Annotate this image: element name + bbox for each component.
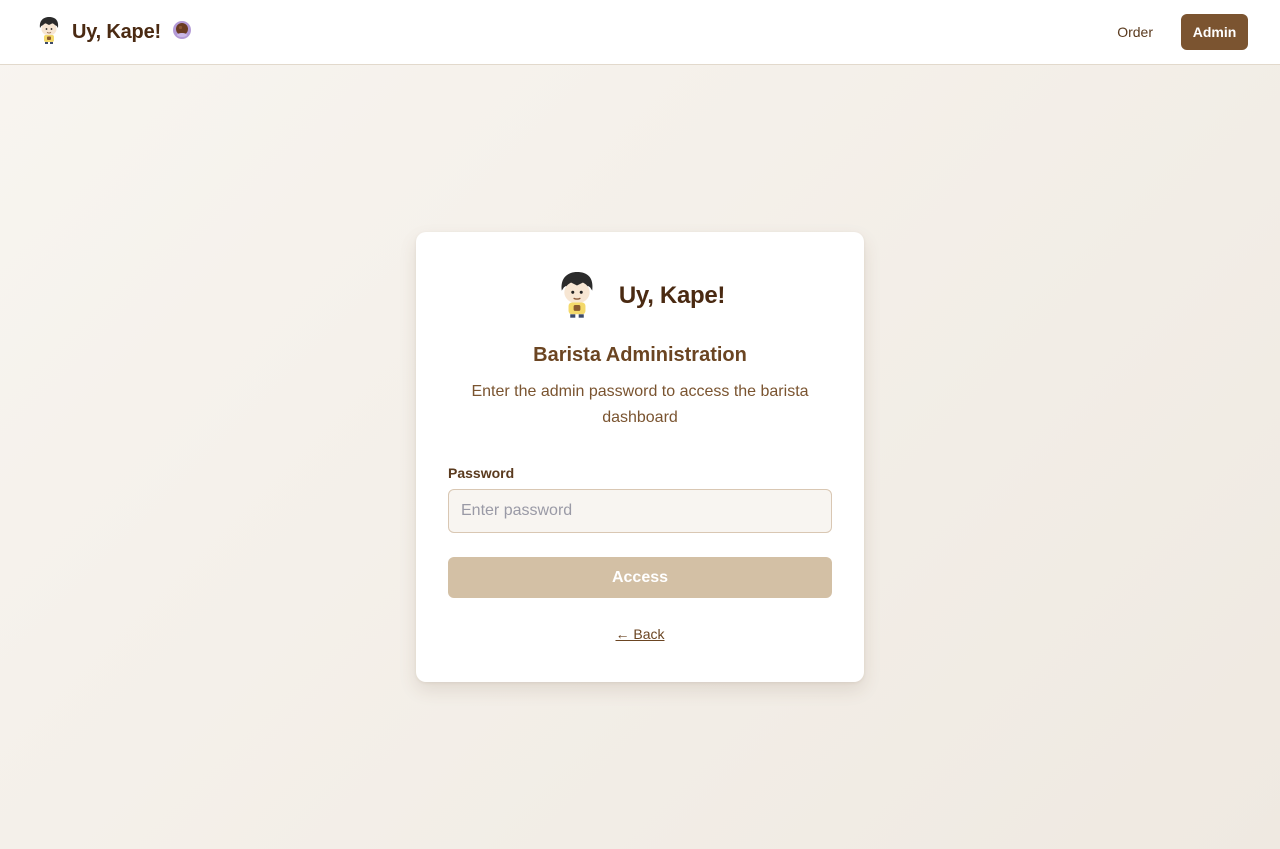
password-input[interactable] xyxy=(448,489,832,533)
access-button[interactable]: Access xyxy=(448,557,832,598)
brand-title: Uy, Kape! xyxy=(72,20,161,43)
card-brand: Uy, Kape! xyxy=(448,270,832,322)
nav-admin-button[interactable]: Admin xyxy=(1181,14,1248,50)
page-heading: Barista Administration xyxy=(533,344,747,366)
card-brand-title: Uy, Kape! xyxy=(618,282,726,309)
navbar-actions: Order Admin xyxy=(1117,14,1248,50)
admin-login-card: Uy, Kape! Barista Administration Enter t… xyxy=(416,232,864,682)
top-navbar: Uy, Kape! Order Admin xyxy=(0,0,1280,65)
password-label: Password xyxy=(448,465,515,481)
back-link[interactable]: ← Back xyxy=(615,626,664,642)
page-subtitle: Enter the admin password to access the b… xyxy=(471,383,809,426)
nav-order-link[interactable]: Order xyxy=(1117,24,1153,40)
barista-mascot-icon xyxy=(555,269,599,324)
back-link-wrapper: ← Back xyxy=(448,626,832,644)
coffee-cup-icon xyxy=(171,19,193,46)
barista-mascot-icon xyxy=(36,16,62,49)
navbar-brand[interactable]: Uy, Kape! xyxy=(36,16,193,49)
